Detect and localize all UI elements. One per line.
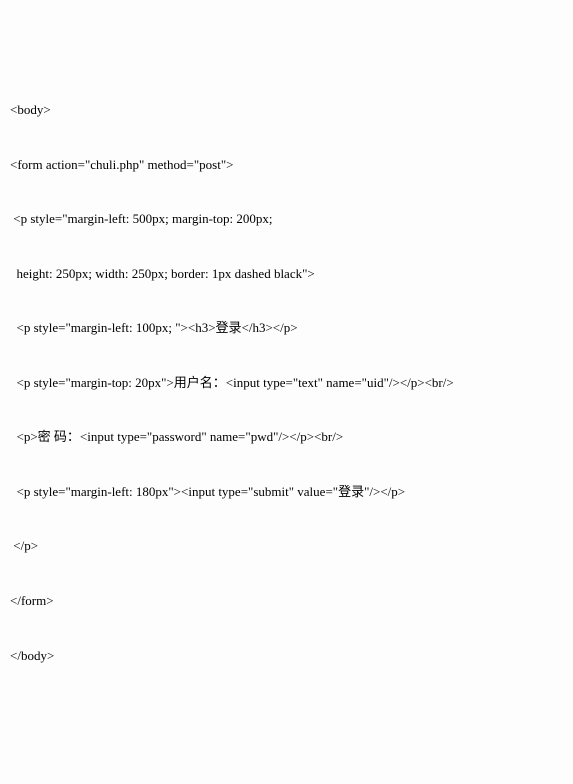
code-line: </form> [10, 592, 563, 610]
code-line: <body> [10, 101, 563, 119]
code-line: <p style="margin-left: 180px"><input typ… [10, 483, 563, 501]
code-line: </body> [10, 647, 563, 665]
code-line: <p style="margin-top: 20px">用户名：<input t… [10, 374, 563, 392]
code-line: <p style="margin-left: 500px; margin-top… [10, 210, 563, 228]
code-block: <body> <form action="chuli.php" method="… [10, 83, 563, 683]
code-line: <p style="margin-left: 100px; "><h3>登录</… [10, 319, 563, 337]
code-line: height: 250px; width: 250px; border: 1px… [10, 265, 563, 283]
code-line: </p> [10, 537, 563, 555]
code-line: <p>密 码：<input type="password" name="pwd"… [10, 428, 563, 446]
code-line: <form action="chuli.php" method="post"> [10, 156, 563, 174]
